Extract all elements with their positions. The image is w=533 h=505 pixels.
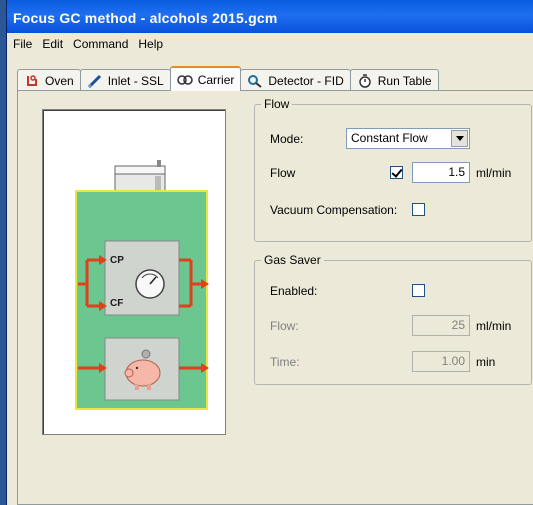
tab-oven-label: Oven bbox=[45, 73, 74, 88]
menu-help[interactable]: Help bbox=[138, 37, 163, 51]
menu-bar: File Edit Command Help bbox=[7, 33, 533, 55]
mode-select-value: Constant Flow bbox=[351, 131, 428, 145]
tab-oven[interactable]: Oven bbox=[17, 69, 81, 91]
magnifier-icon bbox=[247, 74, 263, 88]
pressure-gauge-icon bbox=[135, 269, 165, 299]
tab-detector-label: Detector - FID bbox=[268, 73, 344, 88]
flow-group-title: Flow bbox=[264, 97, 290, 111]
chevron-down-icon[interactable] bbox=[451, 130, 468, 147]
mode-select[interactable]: Constant Flow bbox=[346, 128, 470, 149]
title-bar[interactable]: Focus GC method - alcohols 2015.gcm bbox=[7, 0, 533, 33]
menu-edit[interactable]: Edit bbox=[42, 37, 63, 51]
enabled-label: Enabled: bbox=[270, 284, 318, 298]
tab-detector[interactable]: Detector - FID bbox=[240, 69, 351, 91]
tab-carrier-label: Carrier bbox=[197, 72, 235, 87]
tab-strip: Oven Inlet - SSL Carrier Detector - FID … bbox=[17, 66, 439, 91]
gas-saver-time-input[interactable]: 1.00 bbox=[412, 351, 470, 372]
carrier-icon bbox=[176, 73, 193, 87]
cf-label: CF bbox=[110, 298, 123, 309]
gas-saver-time-unit: min bbox=[476, 355, 496, 369]
carrier-panel: CP CF Flow Mode: Constant Flow Flow 1.5 … bbox=[17, 90, 533, 505]
vacuum-compensation-label: Vacuum Compensation: bbox=[270, 203, 398, 217]
stopwatch-icon bbox=[357, 73, 373, 88]
menu-file[interactable]: File bbox=[13, 37, 32, 51]
oven-icon bbox=[24, 74, 40, 88]
gas-saver-enabled-checkbox[interactable] bbox=[412, 284, 425, 297]
tab-inlet-label: Inlet - SSL bbox=[107, 73, 164, 88]
gas-saver-flow-input[interactable]: 25 bbox=[412, 315, 470, 336]
syringe-icon bbox=[87, 74, 103, 88]
flow-input[interactable]: 1.5 bbox=[412, 162, 470, 183]
tab-carrier[interactable]: Carrier bbox=[169, 66, 242, 91]
gas-saver-group-title: Gas Saver bbox=[264, 253, 321, 267]
cp-label: CP bbox=[110, 255, 124, 266]
tab-run-table[interactable]: Run Table bbox=[349, 69, 439, 91]
tab-run-table-label: Run Table bbox=[377, 73, 432, 88]
flow-checkbox[interactable] bbox=[390, 166, 403, 179]
tab-inlet[interactable]: Inlet - SSL bbox=[79, 69, 171, 91]
carrier-diagram-graphic: CP CF bbox=[75, 160, 209, 410]
gas-saver-flow-label: Flow: bbox=[270, 319, 299, 333]
vacuum-compensation-checkbox[interactable] bbox=[412, 203, 425, 216]
gas-saver-flow-unit: ml/min bbox=[476, 319, 512, 333]
carrier-diagram: CP CF bbox=[42, 109, 226, 435]
gas-saver-time-label: Time: bbox=[270, 355, 300, 369]
window-title: Focus GC method - alcohols 2015.gcm bbox=[13, 10, 278, 26]
menu-command[interactable]: Command bbox=[73, 37, 128, 51]
mode-label: Mode: bbox=[270, 132, 304, 146]
method-window: Focus GC method - alcohols 2015.gcm File… bbox=[6, 0, 533, 505]
flow-label: Flow bbox=[270, 166, 296, 180]
flow-unit: ml/min bbox=[476, 166, 512, 180]
